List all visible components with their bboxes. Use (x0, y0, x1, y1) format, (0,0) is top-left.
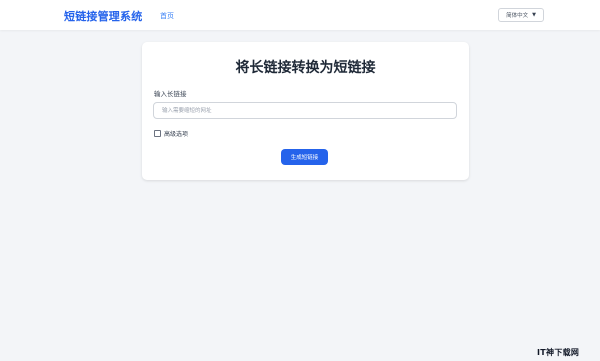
long-url-input[interactable] (153, 102, 457, 119)
top-nav-bar: 短链接管理系统 首页 简体中文 ▼ (0, 0, 600, 30)
chevron-down-icon: ▼ (532, 12, 536, 18)
nav-link-home[interactable]: 首页 (160, 11, 174, 21)
advanced-options-toggle[interactable]: 高级选项 (154, 129, 188, 138)
brand-title[interactable]: 短链接管理系统 (64, 8, 142, 24)
generate-short-link-button[interactable]: 生成短链接 (281, 149, 328, 165)
url-field-label: 输入长链接 (154, 90, 187, 98)
watermark-logo: IT神下载网 (537, 348, 580, 357)
page-title: 将长链接转换为短链接 (235, 60, 376, 76)
language-select-value: 简体中文 (506, 13, 529, 19)
app-page: 短链接管理系统 首页 简体中文 ▼ 将长链接转换为短链接 输入长链接 高级选项 … (0, 0, 600, 361)
advanced-options-checkbox[interactable] (154, 130, 161, 137)
language-select[interactable]: 简体中文 ▼ (498, 8, 544, 22)
advanced-options-label: 高级选项 (164, 131, 189, 138)
